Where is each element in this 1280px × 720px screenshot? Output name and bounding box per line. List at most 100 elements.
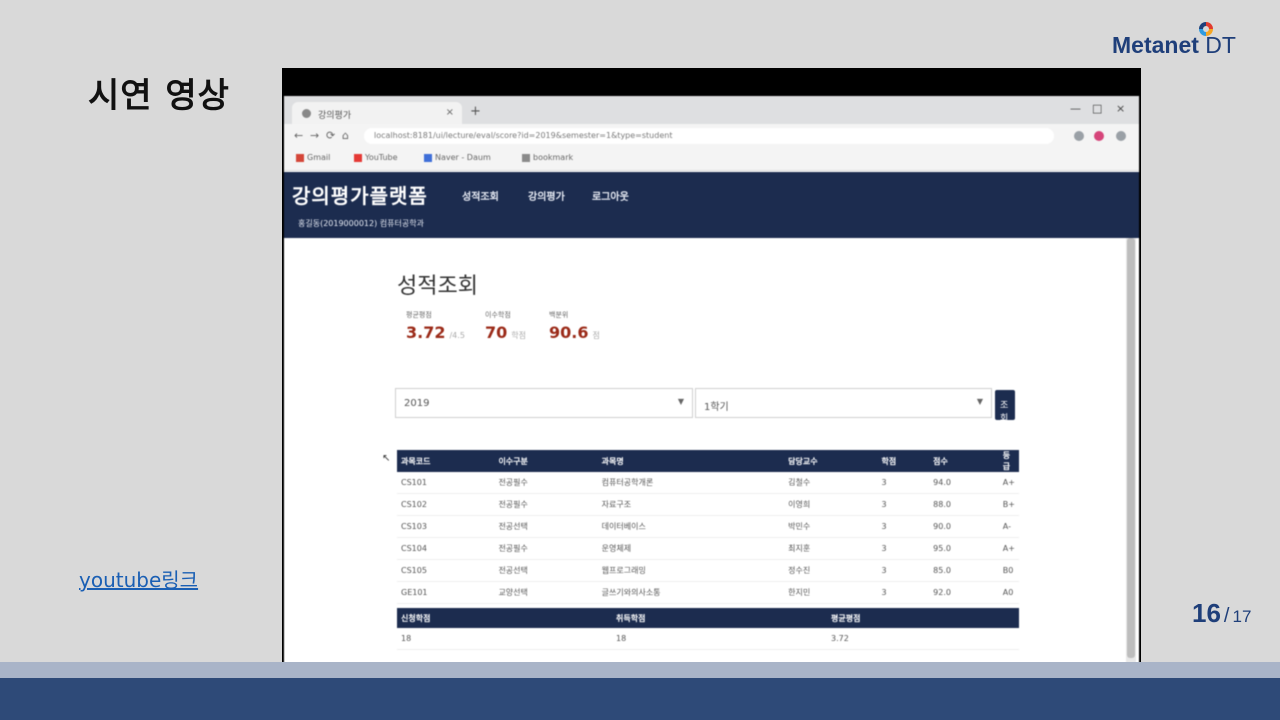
stat-number: 90.6 xyxy=(549,323,589,342)
stat-label: 이수학점 xyxy=(485,311,511,319)
table-row: CS105 전공선택 웹프로그래밍 정수진 3 85.0 B0 xyxy=(397,559,1019,582)
cell: 88.0 xyxy=(929,493,999,516)
chevron-down-icon: ▼ xyxy=(976,397,983,406)
summary-table: 신청학점 취득학점 평균평점 18 18 3.72 xyxy=(397,608,1019,650)
tab-title: 강의평가 xyxy=(318,111,352,121)
year-select[interactable]: 2019 ▼ xyxy=(395,388,693,418)
cell: CS105 xyxy=(397,559,495,582)
cell: 한지민 xyxy=(784,581,878,604)
browser-tab[interactable]: 강의평가 × xyxy=(292,102,462,124)
bookmark-youtube[interactable]: YouTube xyxy=(354,153,398,162)
cell: 정수진 xyxy=(784,559,878,582)
video-browser-screen: 강의평가 × + — □ × ← → ⟳ ⌂ localhost:8181/ui… xyxy=(284,96,1139,688)
window-close-icon[interactable]: × xyxy=(1116,102,1125,115)
col-professor: 담당교수 xyxy=(784,450,878,472)
table-row: CS102 전공필수 자료구조 이영희 3 88.0 B+ xyxy=(397,493,1019,516)
cell: A+ xyxy=(998,537,1019,560)
search-button-label: 조회 xyxy=(1000,401,1009,424)
grades-header-row: 과목코드 이수구분 과목명 담당교수 학점 점수 등급 xyxy=(397,450,1019,472)
table-row: CS101 전공필수 컴퓨터공학개론 김철수 3 94.0 A+ xyxy=(397,472,1019,494)
scrollbar-thumb[interactable] xyxy=(1127,238,1135,658)
bookmark-label: Gmail xyxy=(307,153,331,162)
demo-video[interactable]: 강의평가 × + — □ × ← → ⟳ ⌂ localhost:8181/ui… xyxy=(282,68,1141,712)
bookmark-label: YouTube xyxy=(365,153,398,162)
bookmark-star-icon[interactable] xyxy=(1074,131,1084,141)
cell: 전공선택 xyxy=(494,515,598,538)
col-requested-credits: 신청학점 xyxy=(397,608,612,628)
cell: GE101 xyxy=(397,581,495,604)
reload-icon[interactable]: ⟳ xyxy=(326,129,335,142)
cell: 컴퓨터공학개론 xyxy=(597,472,785,494)
url-input[interactable]: localhost:8181/ui/lecture/eval/score?id=… xyxy=(364,128,1054,144)
cell: 3 xyxy=(877,537,930,560)
bookmark-icon xyxy=(522,153,530,162)
app-navbar: 강의평가플랫폼 성적조회 강의평가 로그아웃 홍길동(2019000012) 컴… xyxy=(284,172,1139,238)
cell: 18 xyxy=(397,628,612,650)
cell: CS102 xyxy=(397,493,495,516)
semester-select-value: 1학기 xyxy=(704,402,729,413)
cell: 김철수 xyxy=(784,472,878,494)
col-course-name: 과목명 xyxy=(597,450,785,472)
bookmark-icon xyxy=(296,153,304,162)
nav-grades[interactable]: 성적조회 xyxy=(462,188,499,203)
stat-number: 70 xyxy=(485,323,508,342)
cell: 3 xyxy=(877,493,930,516)
youtube-link[interactable]: youtube링크 xyxy=(79,564,198,593)
logo-name: Metanet xyxy=(1112,32,1199,58)
stat-value: 90.6 점 xyxy=(549,323,600,342)
bookmark-gmail[interactable]: Gmail xyxy=(296,153,330,162)
nav-logout[interactable]: 로그아웃 xyxy=(592,188,629,203)
back-icon[interactable]: ← xyxy=(294,129,303,142)
col-grade: 등급 xyxy=(998,450,1019,472)
cell: 3 xyxy=(877,581,930,604)
stat-credits: 이수학점 70 학점 xyxy=(485,310,526,342)
search-button[interactable]: 조회 xyxy=(995,390,1015,424)
cell: 글쓰기와의사소통 xyxy=(597,581,785,604)
browser-tab-bar: 강의평가 × + — □ × xyxy=(284,96,1139,124)
cell: CS104 xyxy=(397,537,495,560)
cell: 3.72 xyxy=(827,628,1019,650)
table-row: GE101 교양선택 글쓰기와의사소통 한지민 3 92.0 A0 xyxy=(397,581,1019,604)
user-info: 홍길동(2019000012) 컴퓨터공학과 xyxy=(298,219,424,228)
mouse-cursor-icon: ↖ xyxy=(382,453,391,464)
bookmarks-bar: Gmail YouTube Naver - Daum bookmark xyxy=(284,148,1139,171)
stat-unit: 점 xyxy=(592,331,600,340)
home-icon[interactable]: ⌂ xyxy=(342,129,349,142)
menu-icon[interactable] xyxy=(1116,131,1126,141)
page-scrollbar[interactable] xyxy=(1126,238,1136,688)
new-tab-icon[interactable]: + xyxy=(470,104,481,119)
cell: 94.0 xyxy=(929,472,999,494)
page-total: 17 xyxy=(1232,607,1252,626)
slide-title: 시연 영상 xyxy=(88,76,230,116)
footer-band-light xyxy=(0,662,1280,678)
nav-evaluation[interactable]: 강의평가 xyxy=(528,188,565,203)
cell: 최지훈 xyxy=(784,537,878,560)
maximize-icon[interactable]: □ xyxy=(1092,102,1102,115)
app-brand[interactable]: 강의평가플랫폼 xyxy=(292,180,428,209)
semester-select[interactable]: 1학기 ▼ xyxy=(695,388,992,418)
cell: 90.0 xyxy=(929,515,999,538)
bookmark-naver[interactable]: Naver - Daum xyxy=(424,153,491,162)
chevron-down-icon: ▼ xyxy=(677,397,684,406)
cell: 전공필수 xyxy=(494,472,598,494)
cell: 전공선택 xyxy=(494,559,598,582)
table-row: CS103 전공선택 데이터베이스 박민수 3 90.0 A- xyxy=(397,515,1019,538)
cell: A- xyxy=(998,515,1019,538)
forward-icon[interactable]: → xyxy=(310,129,319,142)
bookmark-other[interactable]: bookmark xyxy=(522,153,573,162)
cell: 이영희 xyxy=(784,493,878,516)
minimize-icon[interactable]: — xyxy=(1070,102,1081,115)
bookmark-icon xyxy=(354,153,362,162)
profile-avatar-icon[interactable] xyxy=(1094,131,1104,141)
cell: B+ xyxy=(998,493,1019,516)
cell: 데이터베이스 xyxy=(597,515,785,538)
tab-close-icon[interactable]: × xyxy=(446,107,454,118)
cell: 85.0 xyxy=(929,559,999,582)
cell: B0 xyxy=(998,559,1019,582)
cell: 18 xyxy=(612,628,827,650)
cell: 자료구조 xyxy=(597,493,785,516)
col-credits: 학점 xyxy=(877,450,930,472)
bookmark-label: bookmark xyxy=(533,153,574,162)
page-current: 16 xyxy=(1192,598,1221,628)
footer-band-dark xyxy=(0,678,1280,720)
